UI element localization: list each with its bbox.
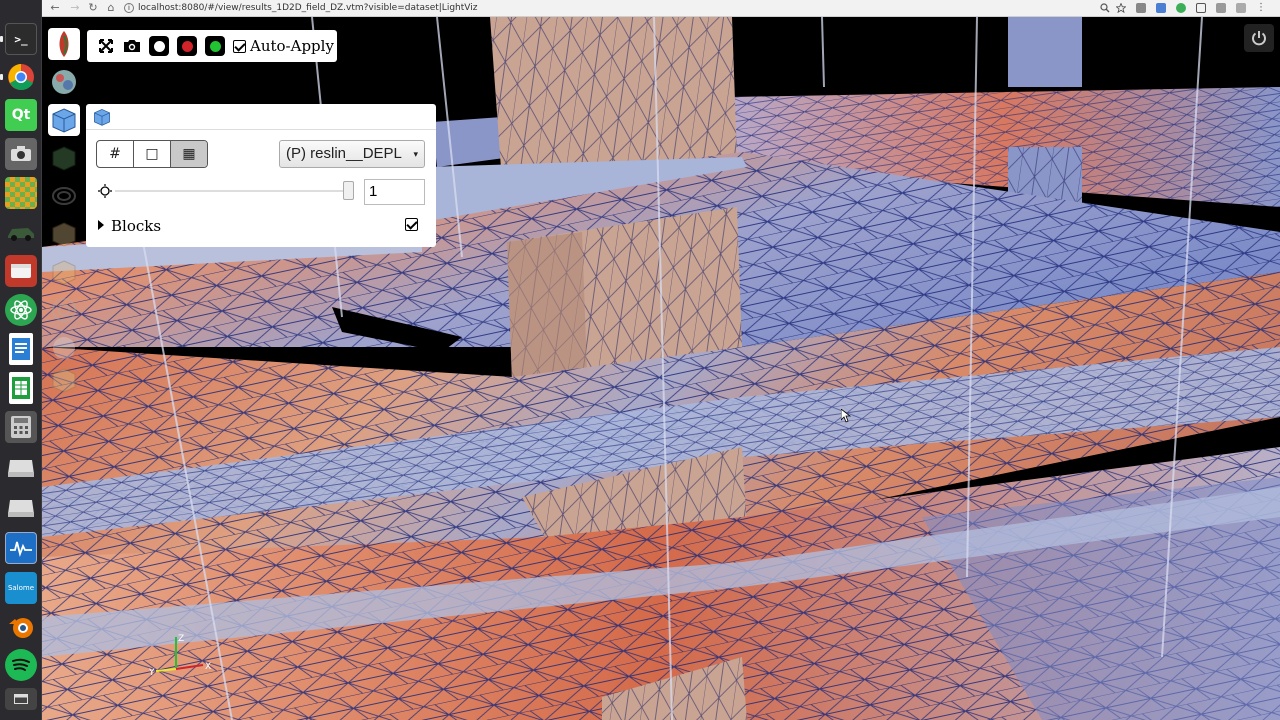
extension-icon[interactable] xyxy=(1156,3,1166,13)
drive-icon[interactable] xyxy=(5,492,37,524)
power-icon[interactable] xyxy=(1244,24,1274,52)
representation-toggle: # □ ▦ xyxy=(96,140,208,168)
auto-apply-toggle[interactable]: Auto-Apply xyxy=(233,37,334,55)
forward-button[interactable]: → xyxy=(68,1,82,15)
axis-z-label: Z xyxy=(178,634,184,644)
extension-icon[interactable] xyxy=(1236,3,1246,13)
contour-module-icon[interactable] xyxy=(48,180,80,212)
dataset-panel: # □ ▦ (P) reslin__DEPL ▾ 1 Blocks xyxy=(86,104,436,247)
volume-module-icon[interactable] xyxy=(48,332,80,364)
checker-icon[interactable] xyxy=(5,177,37,209)
blender-icon[interactable] xyxy=(5,611,37,643)
slice-module-icon[interactable] xyxy=(48,142,80,174)
car-icon[interactable] xyxy=(5,216,37,248)
address-bar[interactable]: i localhost:8080/#/view/results_1D2D_fiel… xyxy=(124,1,1094,15)
opacity-input[interactable]: 1 xyxy=(364,179,425,205)
reset-camera-icon[interactable] xyxy=(97,37,115,55)
extension-icon[interactable] xyxy=(1176,3,1186,13)
atom-icon[interactable] xyxy=(5,294,37,326)
zoom-icon[interactable] xyxy=(1100,3,1110,13)
axis-x-label: X xyxy=(205,662,211,672)
threshold-module-icon[interactable] xyxy=(48,256,80,288)
active-pip xyxy=(0,36,3,42)
active-pip xyxy=(0,74,3,80)
qt-icon[interactable]: Qt xyxy=(5,99,37,131)
expand-caret-icon[interactable] xyxy=(98,220,104,230)
surface-with-edges-button[interactable]: ▦ xyxy=(171,141,207,167)
panel-header xyxy=(86,104,436,130)
menu-icon[interactable]: ⋮ xyxy=(1256,3,1266,13)
blocks-visibility-checkbox[interactable] xyxy=(405,218,418,231)
reload-button[interactable]: ↻ xyxy=(86,1,100,15)
drive-icon[interactable] xyxy=(5,452,37,484)
star-icon[interactable] xyxy=(1115,2,1127,14)
url-text: localhost:8080/#/view/results_1D2D_field… xyxy=(138,3,478,13)
orientation-axes: Z Y X xyxy=(148,634,211,678)
dataset-icon[interactable] xyxy=(48,66,80,98)
clip-module-icon[interactable] xyxy=(48,218,80,250)
browser-toolbar: ← → ↻ ⌂ i localhost:8080/#/view/results_1… xyxy=(42,0,1280,17)
green-background-button[interactable] xyxy=(205,36,225,56)
app-icon[interactable]: Salome xyxy=(5,572,37,604)
info-icon[interactable]: i xyxy=(124,2,134,13)
ubuntu-launcher: >_ Qt Salome xyxy=(0,0,42,720)
extension-icon[interactable] xyxy=(1136,3,1146,13)
opacity-slider-track[interactable] xyxy=(115,190,351,192)
chrome-icon[interactable] xyxy=(5,61,37,93)
blocks-row[interactable]: Blocks xyxy=(96,216,426,238)
extension-icon[interactable] xyxy=(1196,3,1206,13)
red-background-button[interactable] xyxy=(177,36,197,56)
axis-y-label: Y xyxy=(148,668,155,678)
dataset-module-icon xyxy=(94,109,110,126)
calculator-icon[interactable] xyxy=(5,411,37,443)
surface-button[interactable]: □ xyxy=(134,141,171,167)
color-by-value: (P) reslin__DEPL xyxy=(286,145,402,162)
mouse-cursor-icon xyxy=(841,409,852,423)
auto-apply-label: Auto-Apply xyxy=(250,37,334,55)
screenshot-camera-icon[interactable] xyxy=(123,37,141,55)
writer-icon[interactable] xyxy=(9,333,33,365)
files-icon[interactable] xyxy=(5,255,37,287)
terminal-icon[interactable]: >_ xyxy=(5,23,37,55)
camera-icon[interactable] xyxy=(5,138,37,170)
lightviz-logo-icon[interactable] xyxy=(48,28,80,60)
chevron-down-icon: ▾ xyxy=(413,149,418,159)
workspace-icon[interactable] xyxy=(5,688,37,710)
opacity-slider-handle[interactable] xyxy=(343,181,354,200)
render-toolbar: Auto-Apply xyxy=(87,30,337,62)
white-background-button[interactable] xyxy=(149,36,169,56)
wireframe-button[interactable]: # xyxy=(97,141,134,167)
blocks-label: Blocks xyxy=(111,217,162,235)
home-button[interactable]: ⌂ xyxy=(104,1,118,15)
extension-icon[interactable] xyxy=(1216,3,1226,13)
auto-apply-checkbox[interactable] xyxy=(233,39,246,53)
calc-icon[interactable] xyxy=(9,372,33,404)
dataset-module-icon[interactable] xyxy=(48,104,80,136)
color-by-select[interactable]: (P) reslin__DEPL ▾ xyxy=(279,140,425,168)
streamline-module-icon[interactable] xyxy=(48,294,80,326)
multislice-module-icon[interactable] xyxy=(48,364,80,396)
back-button[interactable]: ← xyxy=(48,1,62,15)
monitor-icon[interactable] xyxy=(5,532,37,564)
spotify-icon[interactable] xyxy=(5,649,37,681)
opacity-icon xyxy=(98,184,112,198)
